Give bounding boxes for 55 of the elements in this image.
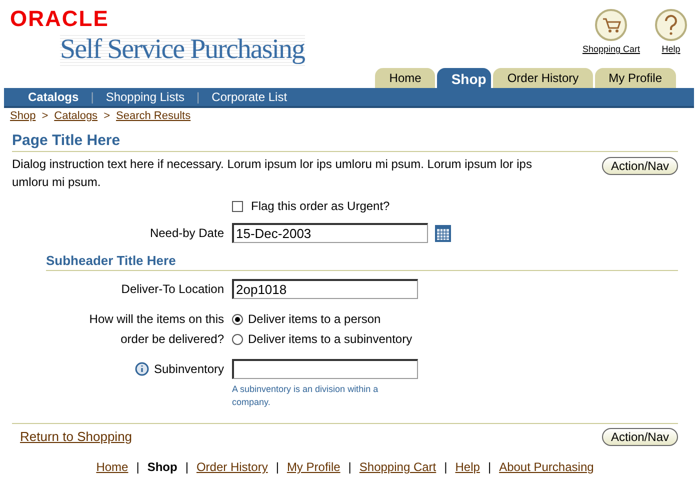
calendar-icon[interactable]: [434, 223, 452, 243]
footer-separator: |: [444, 460, 448, 474]
hint-text: A subinventory is an division within a company.: [232, 383, 380, 409]
field-label: Subinventory: [154, 362, 224, 376]
footer-separator: |: [348, 460, 352, 474]
breadcrumb-separator: >: [104, 110, 110, 122]
field-label: Deliver-To Location: [121, 282, 224, 296]
checkbox-label: Flag this order as Urgent?: [251, 199, 390, 213]
tab[interactable]: Shop: [437, 68, 492, 88]
info-icon: [134, 362, 150, 376]
global-link[interactable]: Shopping Cart: [582, 8, 640, 54]
action-button[interactable]: Action/Nav: [602, 428, 678, 446]
subheader-title: Subheader Title Here: [46, 253, 678, 271]
breadcrumb-separator: >: [42, 110, 48, 122]
cart-icon: [594, 8, 628, 42]
footer-link[interactable]: Home: [96, 460, 128, 474]
oracle-logo: ORACLE: [10, 8, 110, 30]
location-field[interactable]: 2op1018: [232, 279, 418, 299]
return-link[interactable]: Return to Shopping: [20, 428, 132, 444]
subtab-separator: |: [90, 90, 94, 104]
field-label: Need-by Date: [150, 226, 224, 240]
footer-link[interactable]: Order History: [196, 460, 268, 474]
footer-separator: |: [488, 460, 492, 474]
radio-button[interactable]: [232, 314, 243, 324]
subinventory-field[interactable]: [232, 359, 418, 379]
tab[interactable]: Order History: [493, 68, 593, 88]
subtab[interactable]: Catalogs: [16, 90, 91, 104]
tab[interactable]: Home: [375, 68, 436, 88]
product-name: Self Service Purchasing: [60, 34, 304, 66]
date-field[interactable]: 15-Dec-2003: [232, 223, 428, 243]
instruction-text: Dialog instruction text here if necessary. Lorum ipsum lor ips umloru mi psum. Lorum ipsum lor ips umloru mi psum.: [12, 156, 533, 191]
action-button[interactable]: Action/Nav: [602, 157, 678, 175]
page-title: Page Title Here: [12, 132, 678, 152]
footer-link[interactable]: Help: [455, 460, 480, 474]
radio-label: Deliver items to a subinventory: [248, 331, 412, 348]
subtab[interactable]: Shopping Lists: [94, 90, 197, 104]
breadcrumb-link[interactable]: Catalogs: [54, 110, 98, 122]
radio-label: Deliver items to a person: [248, 311, 381, 328]
footer-link[interactable]: My Profile: [286, 460, 340, 474]
field-label: How will the items on this order be delivered?: [88, 311, 224, 348]
footer-separator: |: [276, 460, 279, 474]
urgent-checkbox[interactable]: [232, 200, 243, 212]
tab[interactable]: My Profile: [594, 68, 676, 88]
global-link[interactable]: Help: [654, 8, 688, 54]
help-icon: [654, 8, 688, 42]
subtab[interactable]: Corporate List: [200, 90, 300, 104]
subtab-separator: |: [196, 90, 200, 104]
footer-link[interactable]: About Purchasing: [499, 460, 594, 474]
footer-separator: |: [136, 460, 140, 474]
footer-link[interactable]: Shop: [147, 460, 178, 474]
footer-link[interactable]: Shopping Cart: [359, 460, 436, 474]
breadcrumb-link[interactable]: Shop: [10, 110, 36, 122]
breadcrumb-link[interactable]: Search Results: [116, 110, 191, 122]
radio-button[interactable]: [232, 334, 243, 344]
footer-separator: |: [185, 460, 188, 474]
